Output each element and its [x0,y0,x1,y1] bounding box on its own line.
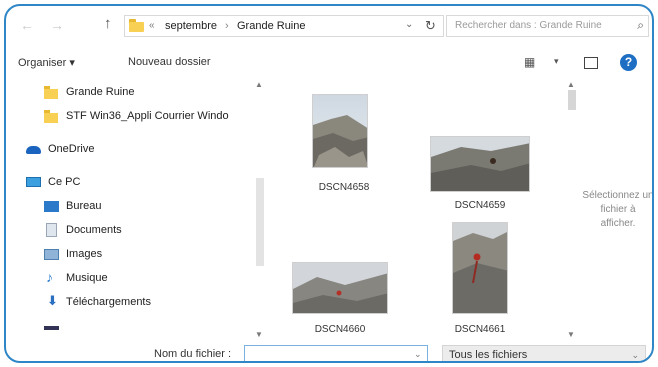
up-button[interactable]: ↑ [104,15,112,32]
refresh-icon[interactable]: ↻ [425,18,436,34]
file-open-dialog: ← → ↑ « septembre › Grande Ruine ⌄ ↻ Rec… [4,4,654,363]
view-dropdown-icon[interactable]: ▾ [554,56,559,67]
photo-thumbnail [430,136,530,192]
nav-item-documents[interactable]: Documents [44,222,254,240]
documents-icon [46,223,57,237]
file-item-dscn4659[interactable]: DSCN4659 [422,78,542,211]
breadcrumb-septembre[interactable]: septembre [165,20,217,32]
downloads-icon: ⬇ [47,293,58,308]
breadcrumb-overflow[interactable]: « [149,20,155,31]
address-bar[interactable]: « septembre › Grande Ruine ⌄ ↻ [124,15,444,37]
file-name: DSCN4660 [314,324,366,335]
nav-item-stf-win36[interactable]: STF Win36_Appli Courrier Windo [44,108,254,126]
filename-input[interactable] [244,345,428,361]
preview-message: Sélectionnez un fichier à afficher. [582,190,654,229]
filename-dropdown-icon[interactable]: ⌄ [414,349,422,360]
toolbar: Organiser ▾ Nouveau dossier ▦ ▾ ? [6,50,652,76]
nav-item-images[interactable]: Images [44,246,254,264]
photo-thumbnail [452,222,508,314]
nav-item-partial[interactable] [44,320,104,330]
folder-icon [44,110,58,123]
nav-item-label: Images [66,248,103,260]
file-name: DSCN4659 [454,200,506,211]
organise-button[interactable]: Organiser ▾ [18,56,75,69]
nav-item-grande-ruine[interactable]: Grande Ruine [44,84,254,102]
breadcrumb-grande-ruine[interactable]: Grande Ruine [237,20,306,32]
preview-pane-icon[interactable] [584,57,598,69]
scroll-up-icon[interactable]: ▲ [567,80,575,89]
help-icon[interactable]: ? [620,54,637,71]
scroll-thumb[interactable] [256,178,264,266]
search-placeholder: Rechercher dans : Grande Ruine [455,20,602,31]
desktop-icon [44,201,59,212]
back-button[interactable]: ← [20,18,34,32]
scroll-down-icon[interactable]: ▼ [255,330,263,339]
file-type-select[interactable]: Tous les fichiers ⌄ [442,345,646,361]
nav-item-telechargements[interactable]: ⬇ Téléchargements [44,294,254,312]
drive-icon [44,326,59,330]
file-item-dscn4660[interactable]: DSCN4660 [284,216,404,341]
nav-item-onedrive[interactable]: OneDrive [26,141,254,159]
nav-item-label: Ce PC [48,176,81,188]
photo-thumbnail [312,94,368,168]
file-item-dscn4658[interactable]: DSCN4658 [284,78,404,210]
file-type-value: Tous les fichiers [449,349,528,361]
file-name: DSCN4661 [454,324,506,335]
nav-item-label: OneDrive [48,143,95,155]
nav-item-label: Musique [66,272,108,284]
nav-item-label: Bureau [66,200,102,212]
scroll-down-icon[interactable]: ▼ [567,330,575,339]
photo-thumbnail [292,262,388,314]
nav-scrollbar[interactable]: ▲ ▼ [254,78,266,343]
nav-item-label: Documents [66,224,122,236]
folder-icon [129,19,144,32]
pictures-icon [44,249,59,260]
file-item-dscn4661[interactable]: DSCN4661 [422,216,542,341]
view-options-icon[interactable]: ▦ [524,55,535,69]
file-list: DSCN4658 DSCN4659 DSCN4660 DSCN4661 ▲ ▼ [284,78,584,343]
nav-item-label: Grande Ruine [66,86,135,98]
breadcrumb-separator[interactable]: › [225,20,229,32]
computer-icon [26,177,41,187]
filename-row: Nom du fichier : ⌄ Tous les fichiers ⌄ [6,343,652,361]
search-field[interactable]: Rechercher dans : Grande Ruine ⌕ [446,15,649,37]
content-scrollbar[interactable]: ▲ ▼ [566,78,578,343]
nav-item-bureau[interactable]: Bureau [44,198,254,216]
file-name: DSCN4658 [318,182,370,193]
navigation-pane: Grande Ruine STF Win36_Appli Courrier Wi… [6,78,268,343]
folder-icon [44,86,58,99]
forward-button[interactable]: → [50,18,64,32]
address-row: ← → ↑ « septembre › Grande Ruine ⌄ ↻ Rec… [6,6,652,46]
nav-item-musique[interactable]: ♪ Musique [44,270,254,288]
chevron-down-icon[interactable]: ⌄ [631,350,639,361]
address-dropdown-icon[interactable]: ⌄ [405,19,413,30]
search-icon[interactable]: ⌕ [637,18,644,33]
nav-item-label: Téléchargements [66,296,151,308]
scroll-up-icon[interactable]: ▲ [255,80,263,89]
nav-item-label: STF Win36_Appli Courrier Windo [66,110,229,122]
filename-label: Nom du fichier : [154,348,232,360]
nav-item-this-pc[interactable]: Ce PC [26,174,254,192]
music-icon: ♪ [46,269,53,285]
scroll-thumb[interactable] [568,90,576,110]
cloud-icon [26,146,41,154]
new-folder-button[interactable]: Nouveau dossier [128,56,211,68]
